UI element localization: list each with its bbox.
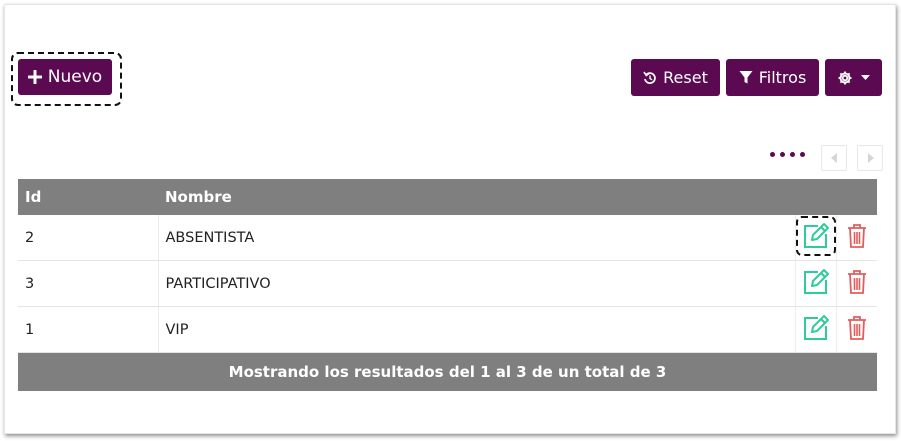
table-footer-row: Mostrando los resultados del 1 al 3 de u… bbox=[18, 352, 877, 391]
column-header-nombre[interactable]: Nombre bbox=[158, 179, 795, 215]
column-header-id[interactable]: Id bbox=[18, 179, 158, 215]
reset-button[interactable]: Reset bbox=[631, 59, 720, 96]
trash-icon bbox=[847, 269, 866, 294]
pagination-dots bbox=[770, 152, 805, 157]
table-row: 3 PARTICIPATIVO bbox=[18, 260, 877, 307]
next-page-button[interactable] bbox=[857, 145, 883, 171]
delete-button[interactable] bbox=[847, 269, 867, 295]
filters-button[interactable]: Filtros bbox=[726, 59, 819, 96]
edit-cell bbox=[794, 260, 836, 307]
gear-icon bbox=[838, 71, 852, 84]
column-header-delete bbox=[836, 179, 877, 215]
trash-icon bbox=[847, 315, 866, 340]
table-row: 2 ABSENTISTA bbox=[18, 215, 877, 261]
edit-cell bbox=[794, 306, 836, 353]
reset-button-label: Reset bbox=[663, 68, 708, 87]
results-summary: Mostrando los resultados del 1 al 3 de u… bbox=[18, 352, 877, 391]
edit-cell bbox=[794, 215, 836, 261]
delete-cell bbox=[835, 260, 877, 307]
new-button-label: Nuevo bbox=[47, 67, 103, 87]
filter-icon bbox=[739, 71, 753, 84]
delete-cell bbox=[835, 215, 877, 261]
edit-button[interactable] bbox=[795, 215, 836, 256]
table-row: 1 VIP bbox=[18, 306, 877, 353]
caret-down-icon bbox=[861, 75, 870, 80]
chevron-left-icon bbox=[830, 153, 837, 163]
cell-id: 2 bbox=[18, 215, 158, 261]
plus-icon bbox=[27, 70, 42, 84]
reset-icon bbox=[643, 71, 656, 84]
delete-button[interactable] bbox=[847, 315, 867, 341]
settings-dropdown-button[interactable] bbox=[825, 59, 882, 96]
prev-page-button[interactable] bbox=[821, 145, 847, 171]
edit-icon bbox=[803, 314, 829, 340]
edit-button[interactable] bbox=[802, 268, 830, 296]
edit-focus-ring bbox=[795, 215, 836, 256]
cell-id: 3 bbox=[18, 260, 158, 307]
results-table: Id Nombre 2 ABSENTISTA 3 PARTICIPATIVO 1… bbox=[18, 179, 877, 391]
edit-icon bbox=[803, 268, 829, 294]
cell-nombre: ABSENTISTA bbox=[157, 215, 795, 261]
column-header-edit bbox=[795, 179, 836, 215]
filters-button-label: Filtros bbox=[758, 68, 807, 87]
table-header-row: Id Nombre bbox=[18, 179, 877, 215]
cell-nombre: VIP bbox=[157, 306, 795, 353]
new-button[interactable]: Nuevo bbox=[18, 59, 112, 95]
delete-button[interactable] bbox=[847, 223, 867, 249]
cell-nombre: PARTICIPATIVO bbox=[157, 260, 795, 307]
trash-icon bbox=[847, 223, 866, 248]
cell-id: 1 bbox=[18, 306, 158, 353]
delete-cell bbox=[835, 306, 877, 353]
chevron-right-icon bbox=[867, 153, 874, 163]
edit-button[interactable] bbox=[802, 314, 830, 342]
